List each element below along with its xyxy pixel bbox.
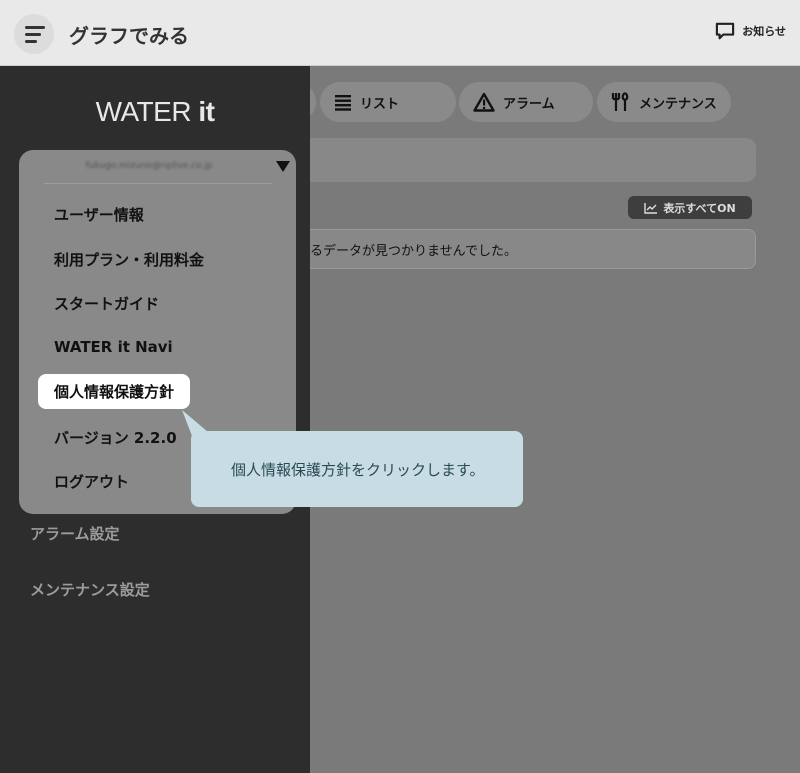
menu-item-water-it-navi[interactable]: WATER it Navi xyxy=(54,338,173,356)
no-data-text: るデータが見つかりませんでした。 xyxy=(310,243,517,259)
instruction-tooltip: 個人情報保護方針をクリックします。 xyxy=(191,431,523,507)
list-icon xyxy=(335,95,351,111)
hamburger-icon-line xyxy=(25,40,37,43)
hamburger-menu-button[interactable] xyxy=(14,14,54,54)
warning-icon xyxy=(473,92,495,112)
menu-item-logout[interactable]: ログアウト xyxy=(54,471,129,492)
menu-item-user-info[interactable]: ユーザー情報 xyxy=(54,204,144,225)
tab-maintenance-label: メンテナンス xyxy=(639,96,717,112)
page-title: グラフでみる xyxy=(69,24,189,48)
sidebar-item-alarm-settings[interactable]: アラーム設定 xyxy=(30,523,120,544)
notice-button[interactable]: お知らせ xyxy=(714,22,786,40)
hamburger-icon-line xyxy=(25,33,41,36)
menu-item-privacy-policy[interactable]: 個人情報保護方針 xyxy=(38,374,191,409)
notice-label: お知らせ xyxy=(742,25,786,38)
menu-item-version: バージョン 2.2.0 xyxy=(54,429,177,447)
hamburger-icon xyxy=(25,26,45,29)
show-all-button[interactable]: 表示すべてON xyxy=(628,196,752,219)
sidebar-item-maintenance-settings[interactable]: メンテナンス設定 xyxy=(30,579,150,600)
tab-alarm-label: アラーム xyxy=(503,96,555,112)
dropdown-divider xyxy=(44,183,272,184)
tab-list[interactable]: リスト xyxy=(320,82,456,122)
brand-logo: WATER it xyxy=(0,96,310,128)
no-data-message: るデータが見つかりませんでした。 xyxy=(310,229,756,269)
line-chart-icon xyxy=(644,202,658,214)
tools-icon xyxy=(611,92,629,111)
show-all-label: 表示すべてON xyxy=(663,201,736,215)
tab-alarm[interactable]: アラーム xyxy=(459,82,593,122)
chat-bubble-icon xyxy=(716,22,735,40)
search-bar[interactable] xyxy=(310,138,756,182)
tab-maintenance[interactable]: メンテナンス xyxy=(597,82,731,122)
tooltip-text: 個人情報保護方針をクリックします。 xyxy=(231,460,485,479)
caret-down-icon[interactable] xyxy=(276,161,290,172)
account-email: fukugo.mizuno@nplive.co.jp xyxy=(85,161,213,171)
brand-logo-light: WATER xyxy=(95,96,199,127)
brand-logo-bold: it xyxy=(198,96,215,127)
app-header: グラフでみる お知らせ xyxy=(0,0,800,66)
menu-item-start-guide[interactable]: スタートガイド xyxy=(54,293,159,314)
tab-list-label: リスト xyxy=(360,96,400,112)
menu-item-plan-pricing[interactable]: 利用プラン・利用料金 xyxy=(54,249,204,270)
